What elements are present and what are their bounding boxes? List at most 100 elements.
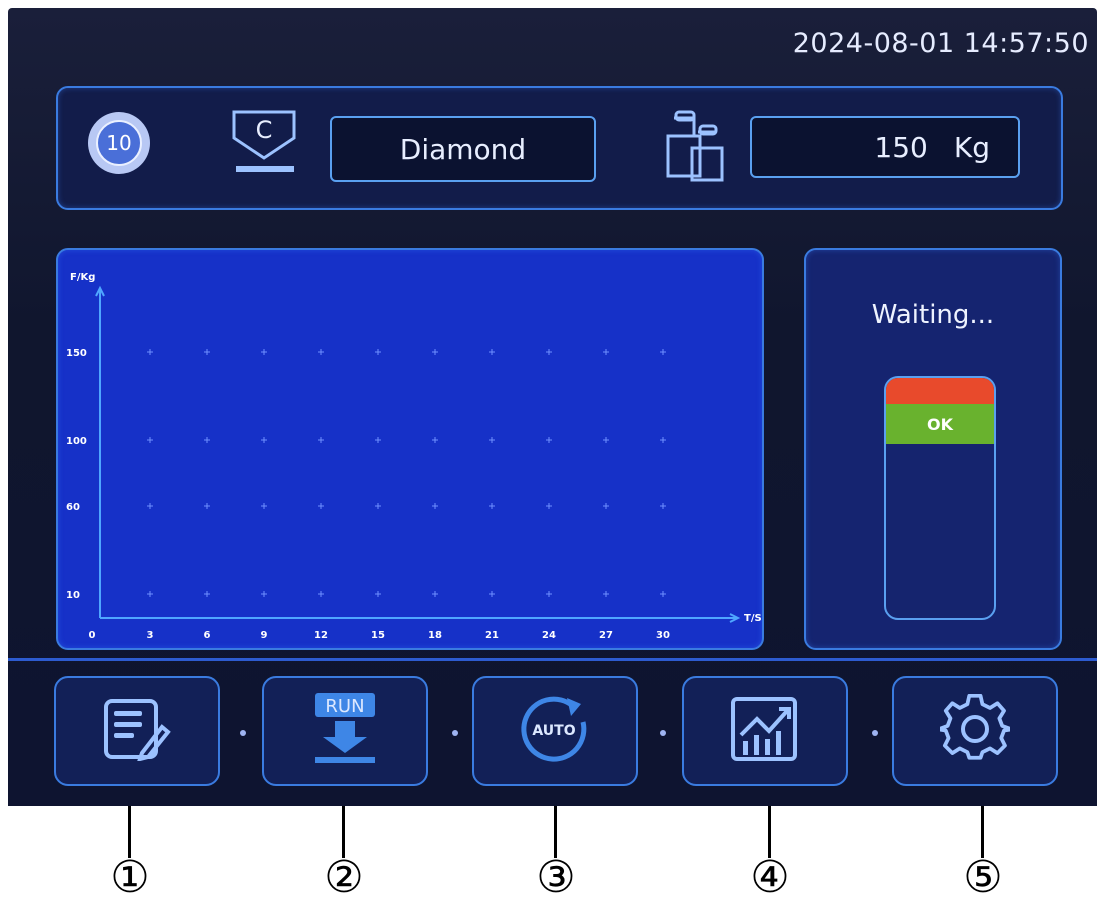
run-button[interactable]: RUN bbox=[262, 676, 428, 786]
gauge-ok-zone: OK bbox=[886, 404, 994, 444]
grid-mark bbox=[432, 349, 438, 355]
y-axis-label: F/Kg bbox=[70, 272, 95, 283]
parameter-bar: 10 C Diamond 150 Kg bbox=[56, 86, 1063, 210]
chart-plot: F/Kg T/S 10 60 100 150 0 3 6 9 12 15 18 21 24 27 30 bbox=[66, 272, 762, 641]
grid-mark bbox=[375, 349, 381, 355]
grid-mark bbox=[546, 591, 552, 597]
grid-mark bbox=[660, 503, 666, 509]
grid-mark bbox=[375, 503, 381, 509]
status-panel: Waiting... OK bbox=[804, 248, 1062, 650]
grid-mark bbox=[261, 349, 267, 355]
grid-mark bbox=[603, 591, 609, 597]
grid-mark bbox=[261, 437, 267, 443]
indenter-icon[interactable]: C bbox=[228, 108, 304, 182]
grid-mark bbox=[660, 591, 666, 597]
grid-mark bbox=[432, 591, 438, 597]
x-tick-label: 0 bbox=[89, 630, 96, 641]
weights-icon bbox=[664, 110, 726, 186]
x-tick-label: 18 bbox=[428, 630, 442, 641]
grid-mark bbox=[489, 503, 495, 509]
x-tick-label: 27 bbox=[599, 630, 613, 641]
y-tick-label: 10 bbox=[66, 590, 80, 601]
chart-trend-icon bbox=[729, 695, 801, 767]
grid-mark bbox=[147, 503, 153, 509]
x-tick-label: 9 bbox=[261, 630, 268, 641]
nav-separator-dot bbox=[240, 730, 246, 736]
grid-mark bbox=[603, 349, 609, 355]
grid-mark bbox=[204, 437, 210, 443]
grid-mark bbox=[318, 591, 324, 597]
callout-number: ① bbox=[110, 852, 150, 903]
grid-mark bbox=[204, 503, 210, 509]
auto-label: AUTO bbox=[532, 723, 575, 739]
grid-mark bbox=[660, 437, 666, 443]
report-chart-button[interactable] bbox=[682, 676, 848, 786]
callout-line bbox=[128, 806, 131, 858]
nav-separator-dot bbox=[872, 730, 878, 736]
grid-mark bbox=[489, 349, 495, 355]
x-tick-label: 6 bbox=[204, 630, 211, 641]
grid-mark bbox=[546, 437, 552, 443]
notes-button[interactable] bbox=[54, 676, 220, 786]
edit-notes-icon bbox=[102, 697, 172, 765]
grid-mark bbox=[261, 591, 267, 597]
callout-number: ④ bbox=[750, 852, 790, 903]
material-value: Diamond bbox=[399, 132, 527, 166]
ok-label: OK bbox=[927, 414, 953, 434]
status-text: Waiting... bbox=[871, 300, 995, 330]
callout-line bbox=[342, 806, 345, 858]
grid-mark bbox=[546, 349, 552, 355]
grid-mark bbox=[318, 437, 324, 443]
grid-mark bbox=[375, 591, 381, 597]
x-tick-label: 3 bbox=[147, 630, 154, 641]
y-tick-label: 150 bbox=[66, 348, 87, 359]
callout-line bbox=[768, 806, 771, 858]
grid-mark bbox=[603, 437, 609, 443]
datetime-display: 2024-08-01 14:57:50 bbox=[792, 28, 1089, 59]
settings-button[interactable] bbox=[892, 676, 1058, 786]
grid-mark bbox=[603, 503, 609, 509]
grid-mark bbox=[147, 349, 153, 355]
grid-mark bbox=[546, 503, 552, 509]
grid-mark bbox=[318, 503, 324, 509]
divider bbox=[8, 658, 1097, 661]
device-screen: 2024-08-01 14:57:50 10 C Diamond 150 Kg … bbox=[8, 8, 1097, 806]
gauge-red-zone bbox=[886, 378, 994, 404]
grid-mark bbox=[147, 591, 153, 597]
y-tick-label: 60 bbox=[66, 502, 80, 513]
auto-button[interactable]: AUTO bbox=[472, 676, 638, 786]
x-tick-label: 15 bbox=[371, 630, 385, 641]
callout-number: ⑤ bbox=[963, 852, 1003, 903]
material-field[interactable]: Diamond bbox=[330, 116, 596, 182]
indenter-letter: C bbox=[256, 116, 273, 144]
callout-line bbox=[554, 806, 557, 858]
x-tick-label: 12 bbox=[314, 630, 328, 641]
grid-mark bbox=[432, 503, 438, 509]
grid-mark bbox=[489, 437, 495, 443]
grid-mark bbox=[261, 503, 267, 509]
x-tick-label: 30 bbox=[656, 630, 670, 641]
run-download-icon: RUN bbox=[306, 691, 384, 771]
test-force-unit: Kg bbox=[953, 130, 990, 164]
grid-mark bbox=[318, 349, 324, 355]
nav-separator-dot bbox=[660, 730, 666, 736]
grid-mark bbox=[489, 591, 495, 597]
x-axis-label: T/S bbox=[744, 613, 762, 624]
grid-mark bbox=[204, 349, 210, 355]
test-force-field[interactable]: 150 Kg bbox=[750, 116, 1020, 178]
callout-number: ③ bbox=[536, 852, 576, 903]
x-tick-label: 21 bbox=[485, 630, 499, 641]
callout-number: ② bbox=[324, 852, 364, 903]
test-force-value: 150 bbox=[874, 130, 928, 164]
x-tick-label: 24 bbox=[542, 630, 556, 641]
dwell-time-value: 10 bbox=[96, 120, 142, 166]
grid-mark bbox=[204, 591, 210, 597]
dwell-time-dial[interactable]: 10 bbox=[88, 112, 150, 174]
grid-mark bbox=[375, 437, 381, 443]
callout-line bbox=[981, 806, 984, 858]
grid-mark bbox=[660, 349, 666, 355]
grid-mark bbox=[147, 437, 153, 443]
auto-cycle-icon: AUTO bbox=[517, 694, 593, 768]
nav-separator-dot bbox=[452, 730, 458, 736]
grid-mark bbox=[432, 437, 438, 443]
